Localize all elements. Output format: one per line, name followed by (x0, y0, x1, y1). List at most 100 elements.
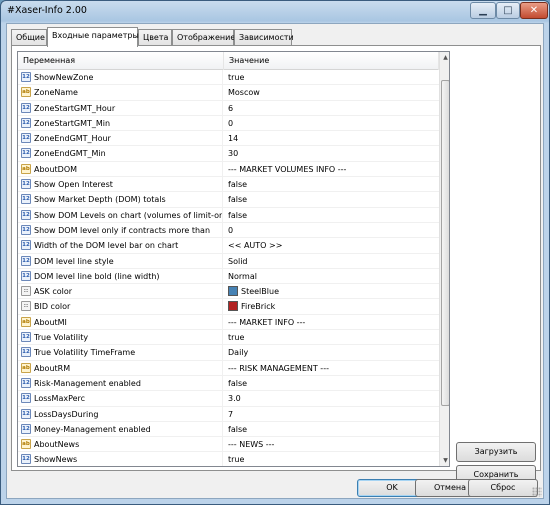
reset-button[interactable]: Сброс (468, 479, 538, 497)
table-row[interactable]: 12 Show Market Depth (DOM) totals false (18, 192, 439, 208)
numeric-type-icon: 12 (21, 393, 31, 404)
value-cell[interactable]: Solid (224, 254, 439, 269)
column-header-value[interactable]: Значение (224, 52, 439, 70)
table-row[interactable]: 12 ZoneStartGMT_Min 0 (18, 115, 439, 132)
table-row[interactable]: 12 LossDaysDuring 7 (18, 406, 439, 422)
table-row[interactable]: 12 Width of the DOM level bar on chart << … (18, 238, 439, 254)
value-text: 7 (228, 409, 234, 419)
variable-cell: 12 ShowNews (18, 452, 223, 466)
variable-name: True Volatility (34, 333, 89, 343)
value-text: 30 (228, 149, 239, 159)
scroll-down-arrow-icon[interactable]: ▼ (440, 455, 449, 466)
value-text: --- RISK MANAGEMENT --- (228, 363, 329, 373)
table-row[interactable]: ab AboutNews --- NEWS --- (18, 437, 439, 453)
table-row[interactable]: 12 DOM level line bold (line width) Normal (18, 268, 439, 285)
table-row[interactable]: 12 ZoneEndGMT_Min 30 (18, 146, 439, 162)
vertical-scrollbar[interactable]: ▲ ▼ (439, 52, 449, 466)
table-row[interactable]: 12 Risk-Management enabled false (18, 375, 439, 392)
close-button[interactable]: ✕ (520, 2, 548, 19)
variable-cell: ab AboutNews (18, 437, 223, 453)
value-cell[interactable]: false (224, 376, 439, 391)
variable-cell: 12 Show Market Depth (DOM) totals (18, 192, 223, 208)
variable-cell: 12 ZoneEndGMT_Min (18, 146, 223, 162)
value-cell[interactable]: 6 (224, 101, 439, 116)
table-row[interactable]: 12 ZoneStartGMT_Hour 6 (18, 100, 439, 116)
variable-cell: ab AboutDOM (18, 161, 223, 177)
value-text: false (228, 180, 248, 190)
value-text: 0 (228, 118, 234, 128)
value-cell[interactable]: 30 (224, 146, 439, 161)
value-cell[interactable]: Daily (224, 345, 439, 360)
load-button[interactable]: Загрузить (456, 442, 536, 462)
maximize-button[interactable]: □ (496, 2, 520, 19)
variable-name: ShowNewZone (34, 73, 94, 82)
table-row[interactable]: 12 DOM level line style Solid (18, 253, 439, 269)
minimize-button[interactable]: ▁ (470, 2, 496, 19)
dialog-client-area: Общие Входные параметры Цвета Отображени… (6, 23, 544, 499)
table-row[interactable]: 12 LossMaxPerc 3.0 (18, 391, 439, 407)
variable-name: ASK color (34, 287, 73, 297)
value-cell[interactable]: true (224, 70, 439, 85)
table-row[interactable]: ab AboutRM --- RISK MANAGEMENT --- (18, 360, 439, 376)
tab-colors[interactable]: Цвета (138, 29, 172, 46)
numeric-type-icon: 12 (21, 255, 31, 266)
variable-cell: 12 Show DOM Levels on chart (volumes of l… (18, 207, 223, 223)
numeric-type-icon: 12 (21, 270, 31, 281)
table-row[interactable]: 12 Show Open Interest false (18, 177, 439, 193)
value-text: 14 (228, 134, 239, 144)
table-row[interactable]: 12 ShowNews true (18, 452, 439, 466)
value-cell[interactable]: --- RISK MANAGEMENT --- (224, 361, 439, 376)
numeric-type-icon: 12 (21, 240, 31, 251)
variable-cell: :: BID color (18, 299, 223, 315)
maximize-icon: □ (503, 5, 513, 16)
numeric-type-icon: 12 (21, 377, 31, 388)
numeric-type-icon: 12 (21, 332, 31, 343)
variable-name: Show Open Interest (34, 180, 113, 190)
column-header-variable[interactable]: Переменная (18, 52, 224, 70)
value-cell[interactable]: << AUTO >> (224, 238, 439, 253)
value-cell[interactable]: false (224, 208, 439, 223)
value-cell[interactable]: Moscow (224, 85, 439, 100)
table-row[interactable]: 12 Money-Management enabled false (18, 421, 439, 438)
value-cell[interactable]: --- MARKET INFO --- (224, 315, 439, 330)
variable-name: ZoneName (34, 88, 78, 98)
title-bar[interactable]: #Xaser-Info 2.00 ▁ □ ✕ (1, 1, 549, 23)
table-row[interactable]: ab ZoneName Moscow (18, 85, 439, 101)
scroll-thumb[interactable] (441, 80, 449, 406)
tab-input-parameters[interactable]: Входные параметры (47, 27, 139, 47)
close-icon: ✕ (529, 5, 539, 16)
value-cell[interactable]: FireBrick (224, 299, 439, 314)
table-row[interactable]: 12 True Volatility TimeFrame Daily (18, 345, 439, 361)
table-row[interactable]: ab AboutDOM --- MARKET VOLUMES INFO --- (18, 161, 439, 178)
value-cell[interactable]: 0 (224, 116, 439, 131)
numeric-type-icon: 12 (21, 133, 31, 144)
table-row[interactable]: 12 Show DOM Levels on chart (volumes of l… (18, 207, 439, 223)
tab-display[interactable]: Отображение (172, 29, 235, 46)
numeric-type-icon: 12 (21, 423, 31, 434)
value-cell[interactable]: true (224, 330, 439, 345)
value-cell[interactable]: --- NEWS --- (224, 437, 439, 452)
value-cell[interactable]: Normal (224, 269, 439, 284)
value-cell[interactable]: false (224, 192, 439, 207)
scroll-up-arrow-icon[interactable]: ▲ (440, 52, 449, 63)
table-row[interactable]: 12 True Volatility true (18, 330, 439, 346)
table-row[interactable]: :: BID color FireBrick (18, 299, 439, 315)
value-cell[interactable]: 7 (224, 407, 439, 422)
value-cell[interactable]: true (224, 452, 439, 466)
table-row[interactable]: 12 ZoneEndGMT_Hour 14 (18, 131, 439, 147)
value-cell[interactable]: SteelBlue (224, 284, 439, 299)
table-row[interactable]: :: ASK color SteelBlue (18, 284, 439, 300)
table-row[interactable]: 12 ShowNewZone true (18, 70, 439, 86)
table-row[interactable]: 12 Show DOM level only if contracts more … (18, 222, 439, 239)
value-cell[interactable]: false (224, 422, 439, 437)
table-row[interactable]: ab AboutMI --- MARKET INFO --- (18, 314, 439, 331)
resize-grip-icon[interactable] (532, 487, 542, 497)
value-cell[interactable]: 0 (224, 223, 439, 238)
value-cell[interactable]: 3.0 (224, 391, 439, 406)
value-cell[interactable]: --- MARKET VOLUMES INFO --- (224, 162, 439, 177)
value-cell[interactable]: 14 (224, 131, 439, 146)
value-cell[interactable]: false (224, 177, 439, 192)
variable-cell: 12 DOM level line style (18, 253, 223, 269)
tab-general[interactable]: Общие (11, 29, 47, 46)
tab-dependencies[interactable]: Зависимости (234, 29, 294, 46)
